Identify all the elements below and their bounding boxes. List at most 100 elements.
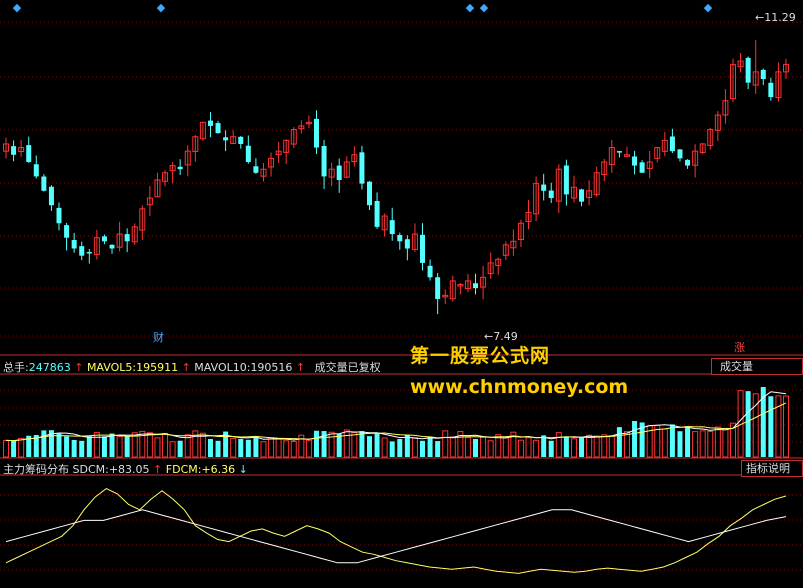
candle-body-down — [223, 137, 229, 141]
volume-bar-down — [56, 433, 62, 457]
volume-bar-down — [124, 436, 130, 457]
volume-bar-down — [548, 440, 554, 457]
volume-bar-up — [93, 432, 100, 458]
candle-body-down — [86, 252, 92, 254]
header-marker-icon: ◆ — [13, 1, 22, 14]
up-arrow-icon: ↑ — [292, 361, 309, 374]
candle-body-down — [427, 265, 433, 278]
volume-bar-up — [783, 395, 789, 458]
sdcm-value: +83.05 — [108, 463, 150, 476]
volume-bar-up — [623, 431, 630, 458]
volume-bar-up — [502, 437, 509, 458]
candle-body-down — [473, 283, 479, 289]
volume-bar-up — [517, 439, 524, 458]
candle-body-down — [124, 234, 130, 242]
volume-bar-down — [541, 435, 547, 457]
candle-body-down — [677, 149, 683, 159]
volume-bar-down — [427, 436, 433, 457]
volume-bar-up — [661, 428, 668, 458]
volume-bar-down — [238, 439, 244, 457]
candle-body-down — [253, 166, 259, 173]
candle-body-down — [541, 184, 547, 191]
sdcm-line — [5, 488, 787, 574]
event-badge-zhang[interactable]: 涨 — [734, 339, 745, 355]
volume-bar-up — [351, 432, 358, 458]
candle-body-down — [616, 151, 622, 153]
volume-bar-up — [162, 432, 169, 458]
volume-bar-down — [253, 436, 259, 457]
indicator-help-button[interactable]: 指标说明 — [741, 460, 803, 477]
fdcm-value: +6.36 — [201, 463, 236, 476]
candle-body-down — [374, 200, 380, 227]
candle-body-down — [79, 246, 85, 256]
volume-bar-up — [305, 439, 312, 458]
volume-bar-down — [397, 438, 403, 457]
volume-bar-up — [381, 437, 388, 458]
candle-body-down — [768, 82, 774, 98]
candle-body-down — [33, 164, 39, 177]
candle-body-down — [632, 156, 638, 166]
candle-body-down — [745, 57, 751, 83]
candle-body-down — [404, 239, 410, 249]
down-arrow-icon: ↓ — [235, 463, 248, 476]
total-volume-label: 总手: — [3, 361, 29, 374]
volume-bar-up — [593, 435, 600, 458]
indicator-help-label: 指标说明 — [746, 462, 790, 475]
candle-body-down — [64, 225, 70, 238]
volume-bar-up — [154, 437, 161, 458]
candle-body-down — [56, 207, 62, 224]
candle-body-down — [366, 181, 372, 206]
volume-bar-up — [487, 440, 494, 458]
volume-bar-up — [707, 430, 714, 458]
candle-body-down — [563, 165, 569, 195]
volume-bar-down — [64, 436, 70, 457]
volume-bar-down — [215, 440, 221, 457]
fdcm-line — [5, 509, 787, 564]
volume-bar-down — [86, 436, 92, 457]
header-marker-icon: ◆ — [466, 1, 475, 14]
volume-bar-down — [71, 439, 77, 457]
volume-bar-down — [677, 431, 683, 457]
volume-bar-up — [275, 438, 282, 458]
volume-bar-down — [632, 421, 638, 457]
volume-bar-up — [116, 435, 123, 458]
mavol5-value: 195911 — [136, 361, 179, 374]
candle-body-down — [669, 136, 675, 152]
volume-bar-down — [473, 439, 479, 457]
candle-body-down — [207, 120, 213, 126]
up-arrow-icon: ↑ — [149, 463, 166, 476]
candle-body-down — [389, 220, 395, 235]
volume-bar-down — [11, 440, 17, 457]
volume-bar-up — [775, 395, 782, 458]
volume-adjusted-note: 成交量已复权 — [314, 361, 381, 374]
volume-bar-up — [555, 432, 562, 458]
sdcm-label: SDCM: — [72, 463, 109, 476]
volume-selector-button[interactable]: 成交量 — [711, 358, 803, 375]
volume-bar-down — [359, 431, 365, 457]
candle-body-down — [109, 244, 115, 249]
volume-bar-down — [616, 427, 622, 457]
volume-bar-up — [260, 441, 267, 458]
header-marker-icon: ◆ — [157, 1, 166, 14]
candle-body-down — [420, 234, 426, 263]
volume-bar-up — [290, 440, 297, 458]
indicator-name: 主力筹码分布 — [3, 463, 69, 476]
indicator-header: 主力筹码分布 SDCM:+83.05 ↑ FDCM:+6.36 ↓ — [3, 461, 248, 477]
chart-canvas: ◆ ◆ ◆ ◆ ◆ — [0, 1, 803, 574]
volume-bar-down — [685, 426, 691, 457]
header-marker-icon: ◆ — [704, 1, 713, 14]
volume-bar-down — [109, 433, 115, 457]
candle-body-down — [71, 239, 77, 249]
watermark-title: 第一股票公式网 — [410, 345, 551, 367]
candle-body-down — [177, 166, 183, 170]
volume-bar-down — [389, 441, 395, 457]
total-volume-value: 247863 — [28, 361, 71, 374]
volume-bar-down — [768, 396, 774, 457]
candle-body-down — [238, 136, 244, 144]
volume-bar-down — [579, 437, 585, 457]
volume-bar-up — [442, 430, 449, 458]
volume-bar-up — [343, 429, 350, 458]
volume-bar-down — [563, 436, 569, 457]
volume-bar-up — [328, 431, 335, 458]
event-badge-cai[interactable]: 财 — [153, 329, 164, 345]
